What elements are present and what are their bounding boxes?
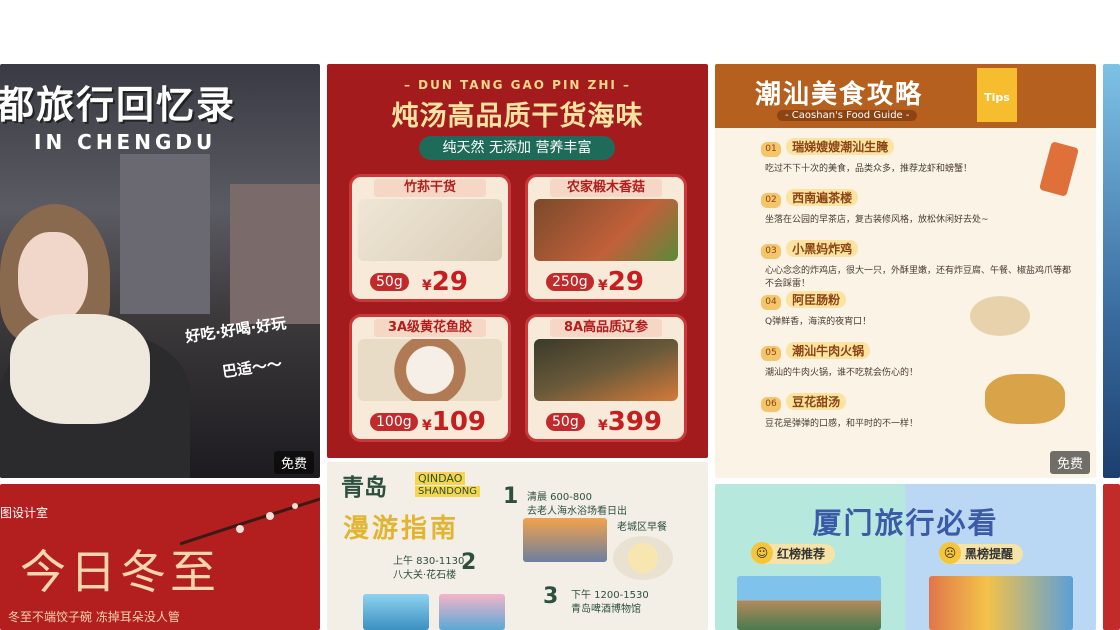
card-title: 今日冬至 — [20, 545, 220, 599]
free-badge: 免费 — [273, 451, 314, 474]
template-card-chengdu[interactable]: 都旅行回忆录 IN CHENGDU 好吃·好喝·好玩 巴适～～ 免费 — [0, 64, 320, 478]
red-list-tag: ☺ 红榜推荐 — [751, 542, 836, 564]
beach-photo — [363, 594, 429, 630]
building-shape — [230, 184, 320, 324]
item-name: 西南遍茶楼 — [786, 189, 859, 206]
building-photo — [439, 594, 505, 630]
product-label: 农家椴木香菇 — [550, 179, 662, 197]
card-title: 厦门旅行必看 — [812, 506, 999, 540]
product-image — [358, 199, 502, 261]
product-image — [534, 339, 678, 401]
black-list-tag: ☹ 黑榜提醒 — [939, 542, 1024, 564]
product-weight: 50g — [546, 413, 585, 431]
product-tile: 农家椴木香菇 250g ¥29 — [525, 174, 687, 302]
product-label: 竹荪干货 — [374, 179, 486, 197]
product-image — [534, 199, 678, 261]
studio-label: 图设计室 — [0, 506, 49, 520]
item-number: 01 — [761, 142, 781, 157]
step-number: 3 — [543, 584, 559, 609]
product-tile: 3A级黄花鱼胶 100g ¥109 — [349, 314, 511, 442]
template-card-seafood[interactable]: – DUN TANG GAO PIN ZHI – 炖汤高品质干货海味 纯天然 无… — [327, 64, 708, 458]
item-number: 04 — [761, 295, 781, 310]
template-card-partial[interactable] — [1103, 484, 1120, 630]
item-name: 豆花甜汤 — [786, 393, 847, 410]
card-title: 潮汕美食攻略 — [755, 80, 924, 110]
step-note: 老城区早餐 — [617, 522, 667, 533]
item-name: 瑞娣嫂嫂潮汕生腌 — [786, 138, 895, 155]
item-number: 03 — [761, 244, 781, 259]
product-label: 3A级黄花鱼胶 — [374, 319, 486, 337]
item-name: 潮汕牛肉火锅 — [786, 342, 871, 359]
street-photo — [929, 576, 1073, 630]
breakfast-photo — [613, 536, 673, 580]
card-title: 都旅行回忆录 — [0, 83, 237, 127]
step-desc: 八大关·花石楼 — [393, 570, 457, 581]
item-number: 06 — [761, 397, 781, 412]
item-desc: 吃过不下十次的美食，品类众多，推荐龙虾和螃蟹！ — [765, 164, 973, 174]
card-subtitle: 漫游指南 — [343, 514, 460, 544]
product-price: ¥109 — [422, 407, 487, 437]
item-number: 05 — [761, 346, 781, 361]
person-face — [18, 232, 88, 322]
tips-tag: Tips — [977, 68, 1017, 122]
product-weight: 100g — [370, 413, 418, 431]
template-card-winter-solstice[interactable]: 图设计室 今日冬至 冬至不端饺子碗 冻掉耳朵没人管 — [0, 484, 320, 630]
card-subtitle: - Caoshan's Food Guide - — [777, 110, 918, 121]
item-desc: Q弹鲜香，海滨的夜宵口！ — [765, 317, 872, 327]
person-scarf — [10, 314, 150, 424]
item-desc: 坐落在公园的早茶店，复古装修风格，放松休闲好去处~ — [765, 215, 989, 225]
building-shape — [120, 154, 210, 314]
product-label: 8A高品质辽参 — [550, 319, 662, 337]
item-name: 小黑妈炸鸡 — [786, 240, 859, 257]
item-number: 02 — [761, 193, 781, 208]
card-subtitle: 冬至不端饺子碗 冻掉耳朵没人管 — [8, 610, 180, 624]
card-title: 青岛 — [341, 475, 387, 501]
template-card-chaoshan[interactable]: 潮汕美食攻略 - Caoshan's Food Guide - Tips 01 … — [715, 64, 1096, 478]
free-badge: 免费 — [1049, 451, 1090, 474]
card-subtitle: IN CHENGDU — [34, 130, 217, 154]
smile-icon: ☺ — [751, 542, 773, 564]
card-pinyin: QINDAO — [415, 472, 466, 485]
item-name: 阿臣肠粉 — [786, 291, 847, 308]
template-card-qingdao[interactable]: 青岛 QINDAO SHANDONG 漫游指南 1 清晨 600-800 去老人… — [327, 462, 708, 630]
step-desc: 青岛啤酒博物馆 — [571, 604, 641, 615]
step-time: 清晨 600-800 — [527, 492, 592, 503]
scenery-photo — [737, 576, 881, 630]
step-desc: 去老人海水浴场看日出 — [527, 506, 627, 517]
sunrise-photo — [523, 518, 607, 562]
card-pinyin: – DUN TANG GAO PIN ZHI – — [403, 78, 632, 92]
top-bar — [0, 0, 1120, 64]
product-tile: 8A高品质辽参 50g ¥399 — [525, 314, 687, 442]
product-image — [358, 339, 502, 401]
product-price: ¥399 — [598, 407, 663, 437]
list-item: 02 西南遍茶楼 坐落在公园的早茶店，复古装修风格，放松休闲好去处~ — [747, 187, 1077, 238]
product-tile: 竹荪干货 50g ¥29 — [349, 174, 511, 302]
list-item: 01 瑞娣嫂嫂潮汕生腌 吃过不下十次的美食，品类众多，推荐龙虾和螃蟹！ — [747, 136, 1077, 187]
template-card-xiamen[interactable]: 厦门旅行必看 ☺ 红榜推荐 ☹ 黑榜提醒 — [715, 484, 1096, 630]
card-ribbon: 纯天然 无添加 营养丰富 — [419, 136, 615, 160]
bowl-illustration — [970, 296, 1030, 336]
card-pinyin-2: SHANDONG — [415, 486, 480, 497]
step-time: 下午 1200-1530 — [571, 590, 649, 601]
product-weight: 250g — [546, 273, 594, 291]
grimace-icon: ☹ — [939, 542, 961, 564]
dish-illustration — [985, 374, 1065, 424]
step-number: 1 — [503, 484, 519, 509]
card-title: 炖汤高品质干货海味 — [391, 101, 644, 132]
item-desc: 心心念念的炸鸡店，很大一只，外酥里嫩，还有炸豆腐、午餐、椒盐鸡爪等都不会踩雷！ — [765, 266, 1072, 289]
step-time: 上午 830-1130 — [393, 556, 465, 567]
card-slogan-2: 巴适～～ — [221, 354, 284, 382]
template-card-partial[interactable] — [1103, 64, 1120, 478]
product-price: ¥29 — [598, 267, 644, 297]
product-price: ¥29 — [422, 267, 468, 297]
list-item: 03 小黑妈炸鸡 心心念念的炸鸡店，很大一只，外酥里嫩，还有炸豆腐、午餐、椒盐鸡… — [747, 238, 1077, 289]
product-weight: 50g — [370, 273, 409, 291]
